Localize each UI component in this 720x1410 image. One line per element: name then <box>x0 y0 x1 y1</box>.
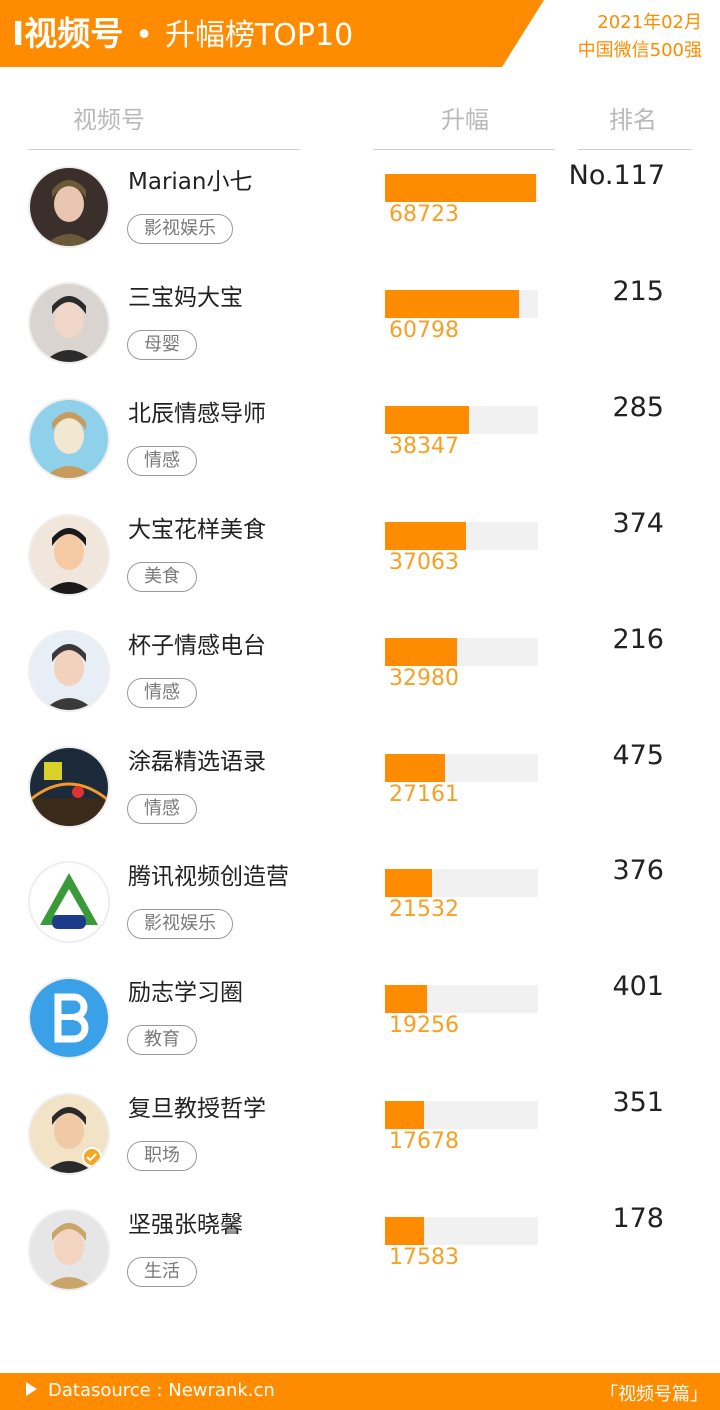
category-tag: 美食 <box>127 562 197 592</box>
rise-bar-track <box>385 754 538 782</box>
category-tag: 情感 <box>127 678 197 708</box>
rank-value: 351 <box>612 1087 664 1118</box>
rank-value: 285 <box>612 392 664 423</box>
category-label: 「视频号篇」 <box>600 1384 708 1405</box>
rise-bar-track <box>385 290 538 318</box>
rise-bar-track <box>385 174 538 202</box>
rise-bar-fill <box>385 522 466 550</box>
avatar-triangle-logo-icon <box>30 863 108 941</box>
rise-bar-track <box>385 869 538 897</box>
scope-label: 中国微信500强 <box>577 40 702 61</box>
rank-value: 178 <box>612 1203 664 1234</box>
page-title: I视频号 • 升幅榜TOP10 <box>12 10 353 58</box>
avatar-beach-photo-icon <box>30 400 108 478</box>
list-item[interactable]: 复旦教授哲学职场 17678 351 <box>0 1087 720 1203</box>
rank-value: 216 <box>612 624 664 655</box>
column-head-rank: 排名 <box>609 106 657 134</box>
list-item[interactable]: 杯子情感电台情感 32980 216 <box>0 624 720 740</box>
list-item[interactable]: 腾讯视频创造营影视娱乐 21532 376 <box>0 855 720 971</box>
divider <box>373 149 555 150</box>
data-source: Datasource : Newrank.cn <box>48 1380 275 1401</box>
rise-value: 17583 <box>389 1245 459 1270</box>
category-tag: 母婴 <box>127 330 197 360</box>
rise-bar-track <box>385 638 538 666</box>
account-name[interactable]: 三宝妈大宝 <box>128 278 243 312</box>
account-name[interactable]: 励志学习圈 <box>128 973 243 1007</box>
avatar-letter-b-logo-icon <box>30 979 108 1057</box>
category-tag: 影视娱乐 <box>127 214 233 244</box>
category-tag: 教育 <box>127 1025 197 1055</box>
avatar-woman-photo-icon <box>30 1211 108 1289</box>
avatar-woman-photo-icon <box>30 168 108 246</box>
date-label: 2021年02月 <box>597 12 702 33</box>
avatar-chef-photo-icon <box>30 516 108 594</box>
rise-bar-fill <box>385 1101 424 1129</box>
account-name[interactable]: 北辰情感导师 <box>128 394 266 428</box>
rise-value: 32980 <box>389 666 459 691</box>
category-tag: 情感 <box>127 794 197 824</box>
rise-bar-fill <box>385 638 457 666</box>
title-channel: I视频号 <box>12 14 124 53</box>
rank-value: 374 <box>612 508 664 539</box>
rise-value: 68723 <box>389 202 459 227</box>
rise-bar-fill <box>385 406 469 434</box>
list-item[interactable]: 三宝妈大宝母婴 60798 215 <box>0 276 720 392</box>
footer-bar: Datasource : Newrank.cn 「视频号篇」 <box>0 1373 720 1410</box>
rise-value: 37063 <box>389 550 459 575</box>
column-head-rise: 升幅 <box>441 106 489 134</box>
account-name[interactable]: 腾讯视频创造营 <box>128 857 289 891</box>
rise-bar-fill <box>385 290 519 318</box>
rise-value: 19256 <box>389 1013 459 1038</box>
rise-bar-fill <box>385 174 536 202</box>
list-item[interactable]: 励志学习圈教育 19256 401 <box>0 971 720 1087</box>
rise-bar-fill <box>385 869 432 897</box>
rise-bar-track <box>385 406 538 434</box>
rank-value: 215 <box>612 276 664 307</box>
list-item[interactable]: 大宝花样美食美食 37063 374 <box>0 508 720 624</box>
list-item[interactable]: 坚强张晓馨生活 17583 178 <box>0 1203 720 1319</box>
avatar-woman-photo-icon <box>30 632 108 710</box>
avatar-woman-verified-icon <box>30 1095 108 1173</box>
avatar-woman-photo-icon <box>30 284 108 362</box>
list-item[interactable]: Marian小七影视娱乐 68723 No.117 <box>0 160 720 276</box>
title-ranking: 升幅榜TOP10 <box>164 18 354 53</box>
column-head-account: 视频号 <box>73 106 145 134</box>
avatar-bridge-logo-icon <box>30 748 108 826</box>
list-item[interactable]: 涂磊精选语录情感 27161 475 <box>0 740 720 856</box>
account-name[interactable]: 涂磊精选语录 <box>128 742 266 776</box>
rank-value: 401 <box>612 971 664 1002</box>
rise-bar-fill <box>385 1217 424 1245</box>
account-name[interactable]: 复旦教授哲学 <box>128 1089 266 1123</box>
rise-bar-fill <box>385 985 427 1013</box>
title-separator: • <box>135 18 153 53</box>
rise-value: 17678 <box>389 1129 459 1154</box>
rank-value: 475 <box>612 740 664 771</box>
list-item[interactable]: 北辰情感导师情感 38347 285 <box>0 392 720 508</box>
category-tag: 影视娱乐 <box>127 909 233 939</box>
rise-bar-track <box>385 522 538 550</box>
divider <box>578 149 692 150</box>
rank-value: No.117 <box>568 160 665 191</box>
divider <box>28 149 300 150</box>
rise-value: 60798 <box>389 318 459 343</box>
rise-value: 21532 <box>389 897 459 922</box>
play-icon <box>26 1382 37 1396</box>
account-name[interactable]: 杯子情感电台 <box>128 626 266 660</box>
header-bar: I视频号 • 升幅榜TOP10 2021年02月 中国微信500强 <box>0 0 720 67</box>
category-tag: 情感 <box>127 446 197 476</box>
account-name[interactable]: 大宝花样美食 <box>128 510 266 544</box>
rise-bar-track <box>385 985 538 1013</box>
account-name[interactable]: 坚强张晓馨 <box>128 1205 243 1239</box>
account-name[interactable]: Marian小七 <box>128 162 252 196</box>
rise-bar-track <box>385 1217 538 1245</box>
rise-value: 38347 <box>389 434 459 459</box>
rise-bar-fill <box>385 754 445 782</box>
rank-value: 376 <box>612 855 664 886</box>
category-tag: 生活 <box>127 1257 197 1287</box>
date-scope-panel: 2021年02月 中国微信500强 <box>502 0 720 67</box>
rise-value: 27161 <box>389 782 459 807</box>
category-tag: 职场 <box>127 1141 197 1171</box>
rise-bar-track <box>385 1101 538 1129</box>
